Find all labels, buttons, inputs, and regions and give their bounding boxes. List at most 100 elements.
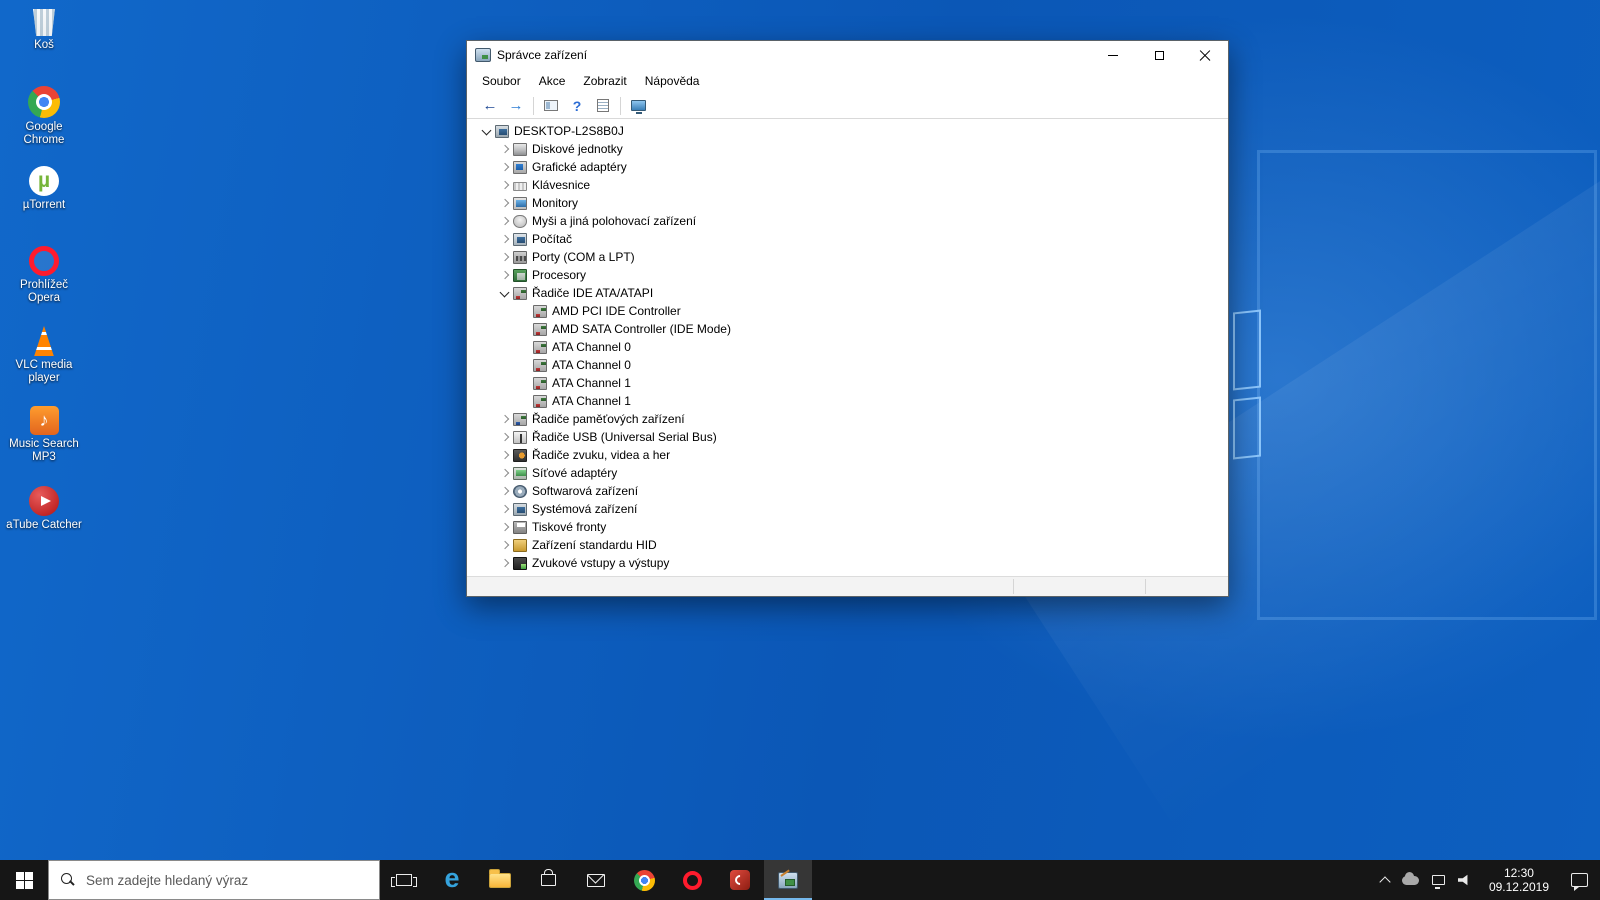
desktop-icon[interactable]: µTorrent: [2, 166, 86, 246]
expand-icon[interactable]: [497, 195, 513, 211]
taskbar-clock[interactable]: 12:30 09.12.2019: [1480, 860, 1558, 900]
expand-icon[interactable]: [497, 141, 513, 157]
tree-item[interactable]: Porty (COM a LPT): [475, 248, 1228, 266]
minimize-button[interactable]: [1090, 41, 1136, 69]
tree-item[interactable]: Řadiče zvuku, videa a her: [475, 446, 1228, 464]
show-console-tree-button[interactable]: [538, 94, 564, 118]
red-app-taskbar-button[interactable]: [716, 860, 764, 900]
back-button[interactable]: ←: [477, 94, 503, 118]
tree-item[interactable]: Tiskové fronty: [475, 518, 1228, 536]
collapse-icon[interactable]: [479, 123, 495, 139]
desktop-icon-label: aTube Catcher: [6, 519, 82, 532]
tree-item[interactable]: Softwarová zařízení: [475, 482, 1228, 500]
chrome-taskbar-button[interactable]: [620, 860, 668, 900]
store-icon: [541, 874, 556, 886]
close-button[interactable]: [1182, 41, 1228, 69]
onedrive-icon[interactable]: [1402, 876, 1419, 885]
forward-button[interactable]: →: [503, 94, 529, 118]
hidden-icons-icon[interactable]: [1379, 876, 1390, 887]
desktop-icon[interactable]: Google Chrome: [2, 86, 86, 166]
desktop-icon[interactable]: VLC media player: [2, 326, 86, 406]
expand-icon[interactable]: [497, 231, 513, 247]
mouse-icon: [513, 215, 527, 228]
store-taskbar-button[interactable]: [524, 860, 572, 900]
tree-item[interactable]: Klávesnice: [475, 176, 1228, 194]
maximize-button[interactable]: [1136, 41, 1182, 69]
tree-item[interactable]: Myši a jiná polohovací zařízení: [475, 212, 1228, 230]
tree-item[interactable]: Síťové adaptéry: [475, 464, 1228, 482]
help-button[interactable]: ?: [564, 94, 590, 118]
search-input[interactable]: [84, 872, 364, 889]
tree-item[interactable]: Procesory: [475, 266, 1228, 284]
display-adapter-icon: [513, 161, 527, 174]
tree-item[interactable]: Zvukové vstupy a výstupy: [475, 554, 1228, 572]
expand-icon[interactable]: [497, 537, 513, 553]
task-view-taskbar-button[interactable]: [380, 860, 428, 900]
tree-item[interactable]: ATA Channel 0: [475, 338, 1228, 356]
scan-hardware-button[interactable]: [625, 94, 651, 118]
desktop-icon[interactable]: Koš: [2, 6, 86, 86]
tree-item[interactable]: DESKTOP-L2S8B0J: [475, 122, 1228, 140]
desktop-icon[interactable]: Prohlížeč Opera: [2, 246, 86, 326]
window-titlebar[interactable]: Správce zařízení: [467, 41, 1228, 69]
volume-icon[interactable]: [1458, 874, 1472, 886]
tree-item[interactable]: AMD PCI IDE Controller: [475, 302, 1228, 320]
edge-taskbar-button[interactable]: [428, 860, 476, 900]
tree-item[interactable]: Grafické adaptéry: [475, 158, 1228, 176]
tree-item[interactable]: Diskové jednotky: [475, 140, 1228, 158]
tree-item[interactable]: Řadiče paměťových zařízení: [475, 410, 1228, 428]
properties-button[interactable]: [590, 94, 616, 118]
taskbar-search[interactable]: [48, 860, 380, 900]
network-icon[interactable]: [1432, 875, 1445, 885]
menu-item[interactable]: Nápověda: [636, 70, 709, 92]
recycle-bin-icon: [31, 6, 57, 36]
collapse-icon[interactable]: [497, 285, 513, 301]
audio-endpoint-icon: [513, 557, 527, 570]
tree-item[interactable]: Systémová zařízení: [475, 500, 1228, 518]
task-view-icon: [396, 874, 412, 886]
vlc-icon: [30, 326, 58, 356]
expand-icon[interactable]: [497, 159, 513, 175]
expand-icon[interactable]: [497, 177, 513, 193]
expand-icon[interactable]: [497, 555, 513, 571]
device-manager-taskbar-button[interactable]: [764, 860, 812, 900]
tree-item[interactable]: AMD SATA Controller (IDE Mode): [475, 320, 1228, 338]
expand-icon[interactable]: [497, 213, 513, 229]
tree-item[interactable]: ATA Channel 1: [475, 374, 1228, 392]
menu-item[interactable]: Soubor: [473, 70, 530, 92]
expand-icon[interactable]: [497, 501, 513, 517]
minimize-icon: [1108, 55, 1118, 56]
tree-item-label: Tiskové fronty: [532, 520, 606, 534]
tree-item-label: AMD PCI IDE Controller: [552, 304, 681, 318]
tree-item[interactable]: Řadiče USB (Universal Serial Bus): [475, 428, 1228, 446]
expand-icon[interactable]: [497, 429, 513, 445]
properties-icon: [597, 99, 609, 112]
expand-icon[interactable]: [497, 483, 513, 499]
expand-icon[interactable]: [497, 249, 513, 265]
desktop-icon[interactable]: aTube Catcher: [2, 486, 86, 566]
action-center-button[interactable]: [1558, 860, 1600, 900]
tree-item[interactable]: ATA Channel 1: [475, 392, 1228, 410]
start-button[interactable]: [0, 860, 48, 900]
tree-item[interactable]: Řadiče IDE ATA/ATAPI: [475, 284, 1228, 302]
menu-item[interactable]: Akce: [530, 70, 575, 92]
mail-taskbar-button[interactable]: [572, 860, 620, 900]
tree-item-label: Řadiče paměťových zařízení: [532, 412, 685, 426]
opera-taskbar-button[interactable]: [668, 860, 716, 900]
expand-icon[interactable]: [497, 411, 513, 427]
expand-icon[interactable]: [497, 447, 513, 463]
tree-item[interactable]: ATA Channel 0: [475, 356, 1228, 374]
tree-item[interactable]: Monitory: [475, 194, 1228, 212]
expand-icon[interactable]: [497, 519, 513, 535]
file-explorer-taskbar-button[interactable]: [476, 860, 524, 900]
menu-item[interactable]: Zobrazit: [574, 70, 635, 92]
expand-icon[interactable]: [497, 465, 513, 481]
tree-item[interactable]: Zařízení standardu HID: [475, 536, 1228, 554]
tree-item[interactable]: Počítač: [475, 230, 1228, 248]
desktop-icon-list: Koš Google Chrome µTorrent Prohlížeč Ope…: [2, 6, 86, 566]
network-adapter-icon: [513, 467, 527, 480]
mail-icon: [587, 874, 605, 887]
desktop-icon[interactable]: Music Search MP3: [2, 406, 86, 486]
expand-icon[interactable]: [497, 267, 513, 283]
system-device-icon: [513, 503, 527, 516]
